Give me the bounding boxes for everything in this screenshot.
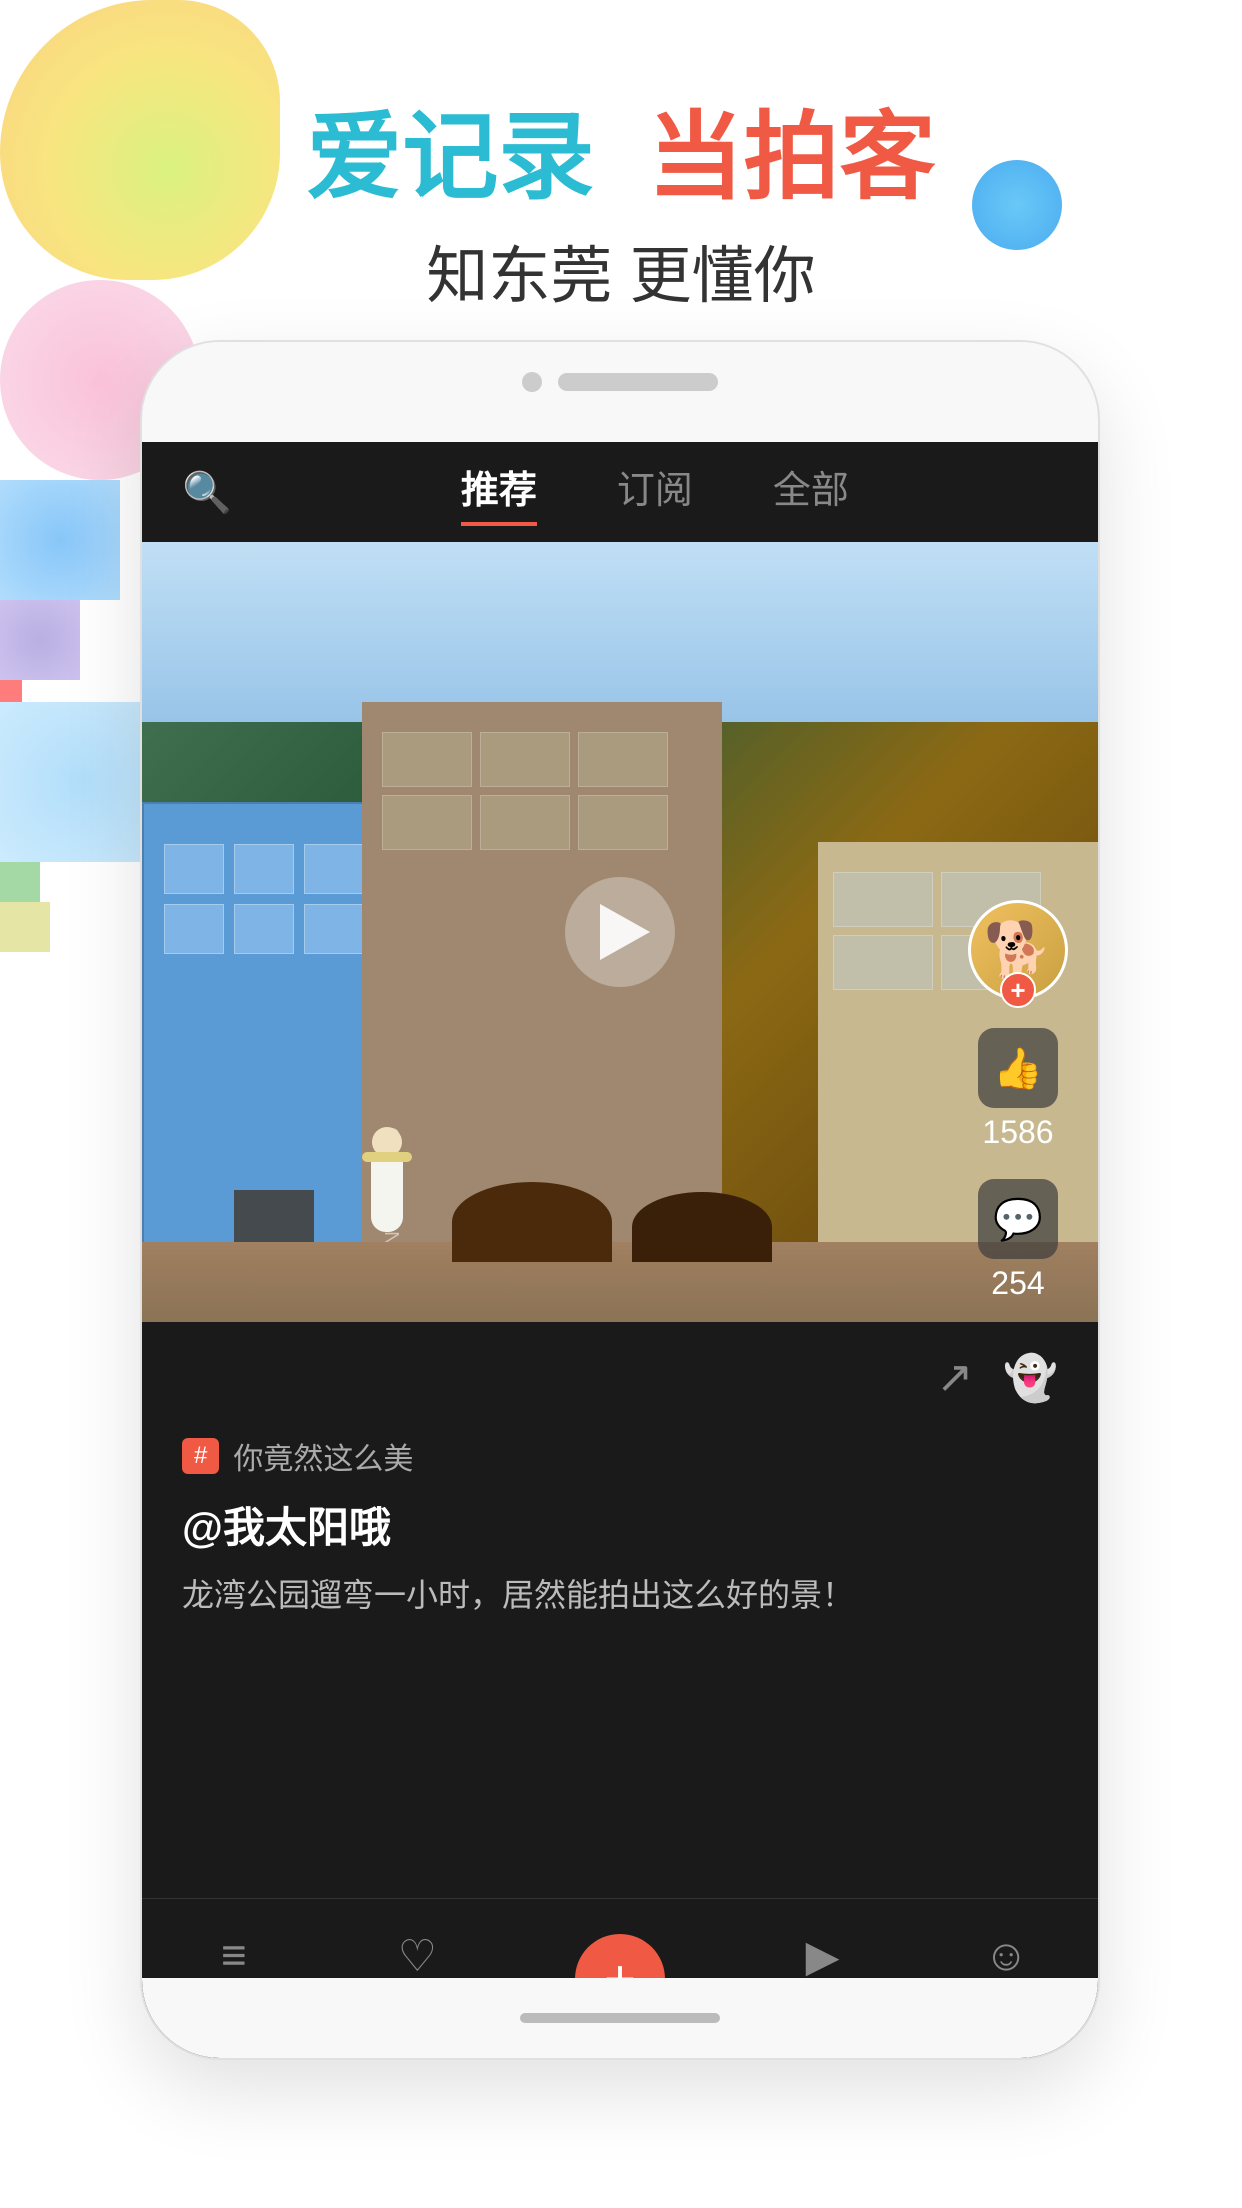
hashtag-text[interactable]: 你竟然这么美 xyxy=(233,1434,413,1478)
home-indicator xyxy=(520,2013,720,2023)
header-text-teal: 爱记录 xyxy=(306,104,594,211)
comment-count: 254 xyxy=(991,1265,1044,1302)
tab-all[interactable]: 全部 xyxy=(773,459,849,526)
app-content: 🔍 推荐 订阅 全部 xyxy=(142,442,1098,2058)
bg-blob-blue-left xyxy=(0,480,120,600)
comment-button[interactable]: 💬 254 xyxy=(978,1179,1058,1302)
discover-icon: ♡ xyxy=(398,1931,437,1982)
search-icon[interactable]: 🔍 xyxy=(182,469,232,516)
like-icon: 👍 xyxy=(978,1028,1058,1108)
figure xyxy=(362,1127,412,1247)
nav-bar: 🔍 推荐 订阅 全部 xyxy=(142,442,1098,542)
bg-blob-purple-left xyxy=(0,600,80,680)
play-button[interactable] xyxy=(565,877,675,987)
windows-blue xyxy=(164,844,364,954)
phone-top-bar xyxy=(142,342,1098,412)
shrub-1 xyxy=(452,1182,612,1262)
figure-body xyxy=(371,1162,403,1232)
play-triangle-icon xyxy=(600,904,650,960)
profile-icon: ☺ xyxy=(984,1931,1029,1981)
phone-bottom-area xyxy=(142,1978,1098,2058)
shrub-2 xyxy=(632,1192,772,1262)
phone-speaker xyxy=(558,373,718,391)
username[interactable]: @我太阳哦 xyxy=(182,1494,1058,1555)
share-button[interactable]: ↗ xyxy=(936,1352,973,1404)
header-area: 爱记录 当拍客 知东莞 更懂你 xyxy=(0,100,1242,315)
figure-hat xyxy=(362,1152,412,1162)
ghost-button[interactable]: 👻 xyxy=(1003,1352,1058,1404)
like-button[interactable]: 👍 1586 xyxy=(978,1028,1058,1151)
description: 龙湾公园遛弯一小时，居然能拍出这么好的景！ xyxy=(182,1571,1058,1619)
nav-tabs: 推荐 订阅 全部 xyxy=(252,459,1058,526)
bg-blob-yellow-right xyxy=(0,902,50,952)
tab-recommended[interactable]: 推荐 xyxy=(461,459,537,526)
bg-blob-green-left xyxy=(0,862,40,902)
bg-blob-red-right xyxy=(0,680,22,702)
action-row: ↗ 👻 xyxy=(182,1352,1058,1404)
follow-plus-button[interactable]: + xyxy=(1000,972,1036,1008)
tab-subscribed[interactable]: 订阅 xyxy=(617,459,693,526)
video-container[interactable]: THE KINGS HEAD xyxy=(142,542,1098,1322)
comment-icon: 💬 xyxy=(978,1179,1058,1259)
ground xyxy=(142,1242,1098,1322)
scene-sky xyxy=(142,542,1098,722)
phone-camera xyxy=(522,372,542,392)
content-below: ↗ 👻 # 你竟然这么美 @我太阳哦 龙湾公园遛弯一小时，居然能拍出这么好的景！ xyxy=(142,1322,1098,1649)
header-main-text: 爱记录 当拍客 xyxy=(0,100,1242,215)
header-sub-text: 知东莞 更懂你 xyxy=(0,225,1242,315)
like-count: 1586 xyxy=(982,1114,1053,1151)
phone-mockup: 🔍 推荐 订阅 全部 xyxy=(140,340,1100,2060)
news-icon: ≡ xyxy=(221,1931,247,1981)
hashtag-row: # 你竟然这么美 xyxy=(182,1434,1058,1478)
windows-stone xyxy=(382,732,702,850)
action-sidebar: 🐕 + 👍 1586 💬 254 xyxy=(968,900,1068,1302)
hashtag-badge: # xyxy=(182,1438,219,1474)
live-icon: ▶ xyxy=(806,1931,840,1982)
avatar-wrap: 🐕 + xyxy=(968,900,1068,1000)
bg-blob-blue-right xyxy=(0,702,160,862)
header-text-coral: 当拍客 xyxy=(648,104,936,211)
